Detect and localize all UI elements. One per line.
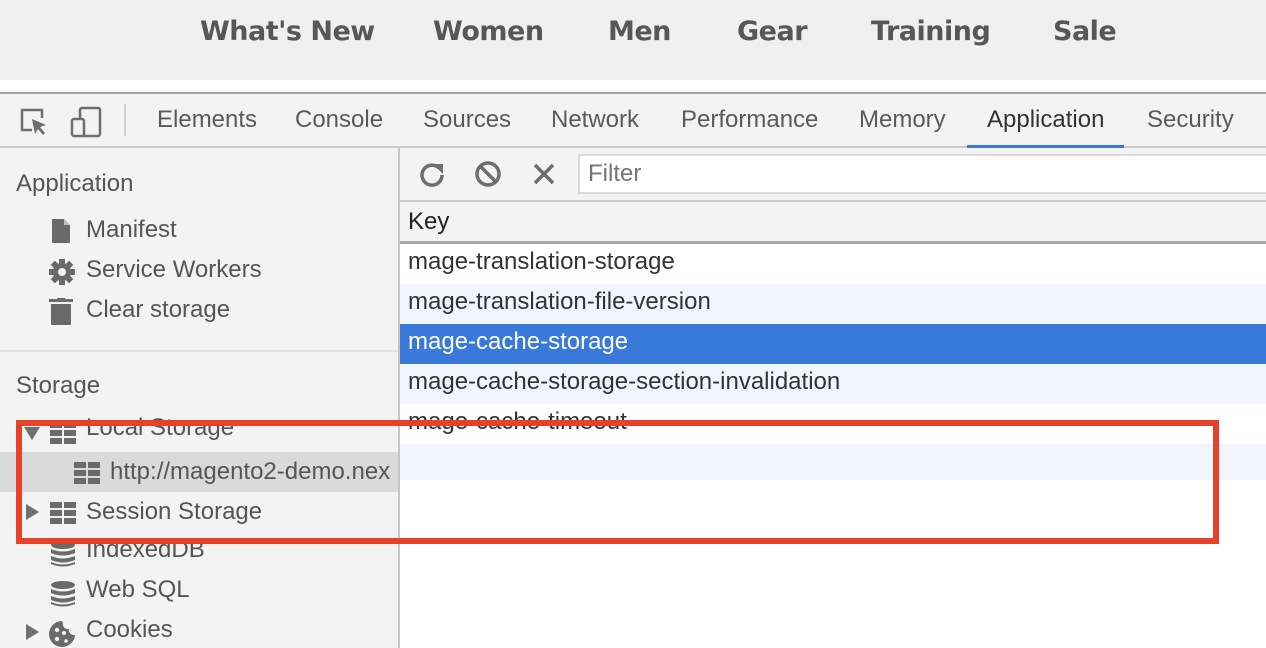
nav-training[interactable]: Training [871, 16, 991, 47]
close-icon[interactable] [530, 160, 558, 188]
column-header-key[interactable]: Key [400, 202, 1266, 244]
grid-icon [74, 460, 100, 486]
inspect-element-icon[interactable] [18, 106, 50, 138]
sidebar-item-manifest[interactable]: Manifest [0, 210, 398, 250]
row-key: mage-cache-storage [408, 328, 629, 355]
sidebar-item-clear-storage[interactable]: Clear storage [0, 290, 398, 330]
row-key: mage-cache-storage-section-invalidation [408, 368, 841, 395]
sidebar-item-label: Service Workers [86, 256, 262, 283]
expand-arrow-icon[interactable] [24, 427, 40, 440]
gear-icon [48, 258, 75, 285]
document-icon [48, 218, 74, 244]
tab-performance[interactable]: Performance [681, 106, 818, 148]
trash-icon [48, 298, 74, 325]
tab-security[interactable]: Security [1147, 106, 1234, 148]
table-row-selected[interactable]: mage-cache-storage [400, 324, 1266, 364]
tab-network[interactable]: Network [551, 106, 639, 148]
devtools-toolbar: Elements Console Sources Network Perform… [0, 92, 1266, 148]
sidebar-item-label: http://magento2-demo.nex [110, 458, 391, 485]
nav-women[interactable]: Women [433, 16, 544, 47]
site-navigation: What's New Women Men Gear Training Sale [0, 0, 1266, 80]
nav-gear[interactable]: Gear [737, 16, 808, 47]
sidebar-item-session-storage[interactable]: Session Storage [0, 492, 398, 532]
column-header-label: Key [408, 208, 450, 235]
sidebar-item-web-sql[interactable]: Web SQL [0, 572, 398, 612]
sidebar-item-local-storage[interactable]: Local Storage [0, 412, 398, 452]
table-row[interactable]: mage-translation-file-version [400, 284, 1266, 324]
nav-sale[interactable]: Sale [1053, 16, 1117, 47]
row-key: mage-translation-file-version [408, 288, 711, 315]
tab-sources[interactable]: Sources [423, 106, 511, 148]
expand-arrow-icon[interactable] [26, 504, 39, 520]
storage-panel: Key mage-translation-storage mage-transl… [400, 148, 1266, 648]
row-key: mage-cache-timeout [408, 408, 627, 435]
filter-input[interactable] [578, 154, 1266, 194]
section-title-application: Application [16, 170, 134, 197]
sidebar-item-cookies[interactable]: Cookies [0, 612, 398, 648]
sidebar-item-label: Web SQL [86, 576, 190, 603]
sidebar-item-label: Clear storage [86, 296, 231, 323]
page-gap [0, 80, 1266, 92]
sidebar-item-label: Session Storage [86, 498, 263, 525]
nav-whats-new[interactable]: What's New [200, 16, 375, 47]
device-toggle-icon[interactable] [70, 106, 102, 138]
toolbar-separator [124, 104, 126, 136]
grid-icon [50, 420, 76, 446]
nav-men[interactable]: Men [608, 16, 671, 47]
tab-elements[interactable]: Elements [157, 106, 257, 148]
table-row-empty[interactable] [400, 444, 1266, 480]
sidebar-item-indexeddb[interactable]: IndexedDB [0, 532, 398, 572]
tab-application[interactable]: Application [966, 106, 1125, 148]
section-divider [0, 350, 398, 352]
table-row[interactable]: mage-cache-timeout [400, 404, 1266, 444]
expand-arrow-icon[interactable] [26, 624, 39, 640]
row-key: mage-translation-storage [408, 248, 675, 275]
table-row[interactable]: mage-cache-storage-section-invalidation [400, 364, 1266, 404]
sidebar-item-local-storage-origin[interactable]: http://magento2-demo.nex [0, 452, 398, 492]
table-row[interactable]: mage-translation-storage [400, 244, 1266, 284]
tab-memory[interactable]: Memory [859, 106, 946, 148]
storage-toolbar [400, 148, 1266, 202]
sidebar-item-service-workers[interactable]: Service Workers [0, 250, 398, 290]
application-sidebar: Application Manifest Service Workers Cle… [0, 148, 398, 648]
refresh-icon[interactable] [418, 160, 446, 188]
block-icon[interactable] [474, 160, 502, 188]
sidebar-item-label: IndexedDB [86, 536, 205, 563]
database-icon [50, 580, 76, 607]
tab-console[interactable]: Console [295, 106, 383, 148]
grid-icon [50, 500, 76, 526]
database-icon [50, 540, 76, 567]
sidebar-item-label: Manifest [86, 216, 177, 243]
cookie-icon [48, 620, 75, 647]
section-title-storage: Storage [16, 372, 101, 399]
sidebar-item-label: Cookies [86, 616, 173, 643]
sidebar-item-label: Local Storage [86, 414, 235, 441]
